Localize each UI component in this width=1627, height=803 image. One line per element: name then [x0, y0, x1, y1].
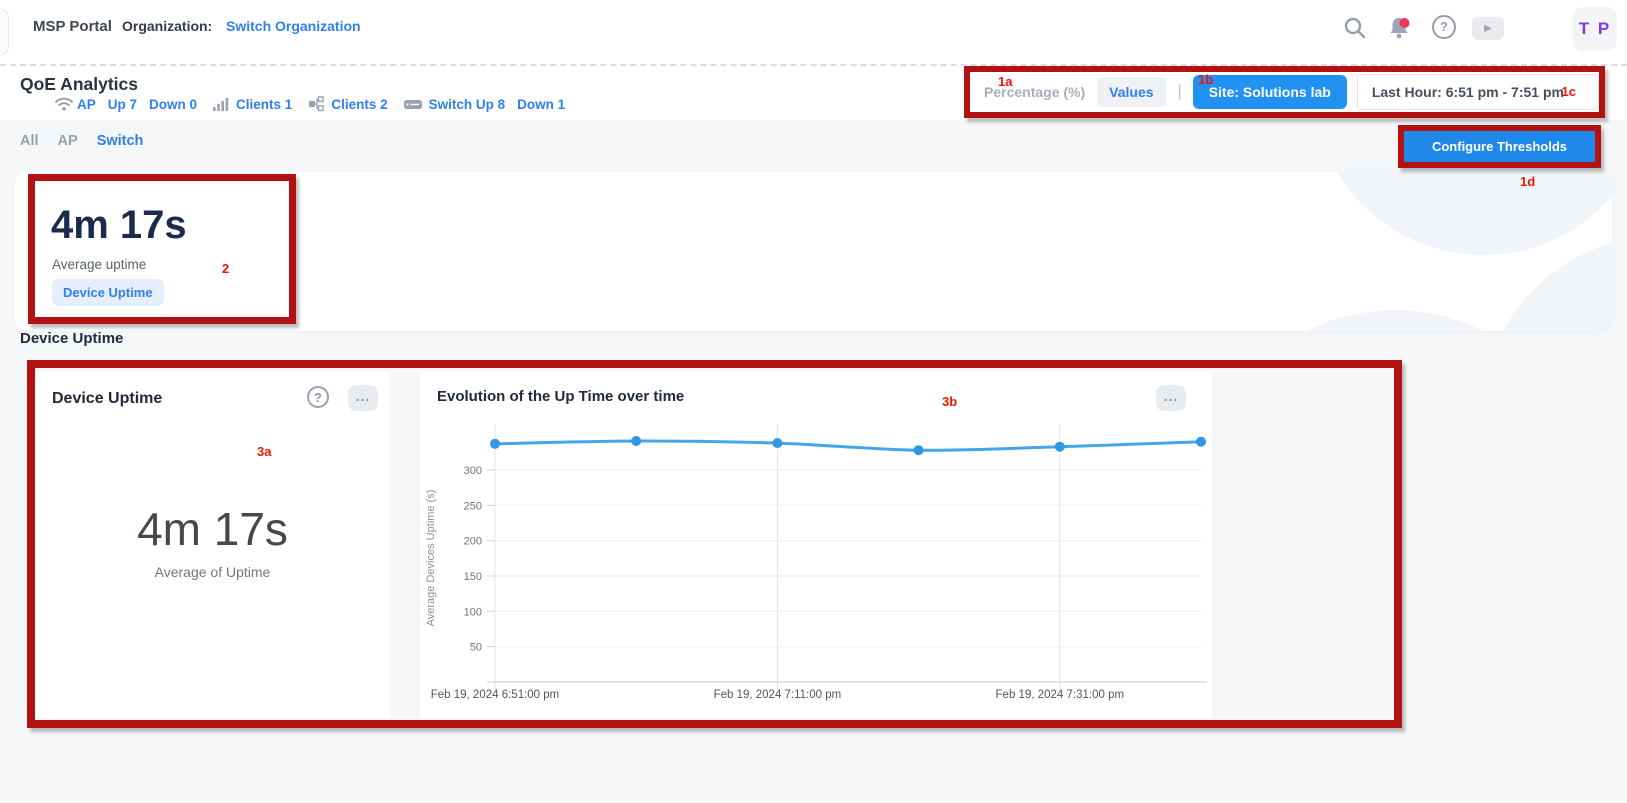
svg-text:100: 100: [464, 606, 482, 618]
svg-text:250: 250: [464, 500, 482, 512]
device-stats-row: AP Up 7 Down 0 Clients 1 Clients 2 Switc…: [55, 96, 565, 112]
svg-text:300: 300: [464, 465, 482, 477]
card-title: Device Uptime: [52, 390, 162, 408]
sidebar-handle[interactable]: [0, 9, 9, 55]
annotation-label-2: 2: [222, 261, 229, 276]
topology-icon: [308, 96, 324, 112]
help-icon[interactable]: ?: [1432, 15, 1456, 39]
tab-ap[interactable]: AP: [58, 133, 78, 149]
switch-icon: [404, 98, 422, 111]
annotation-label-3b: 3b: [942, 394, 957, 409]
svg-text:150: 150: [464, 571, 482, 583]
brand-title: MSP Portal: [33, 18, 112, 35]
annotation-box-2: 4m 17s Average uptime Device Uptime 2: [28, 174, 296, 324]
ap-stat-label: AP: [77, 97, 96, 112]
switch-down-stat: Down 1: [517, 97, 565, 112]
wifi-icon: [55, 97, 73, 111]
ap-up-stat: Up 7: [108, 97, 137, 112]
organization-link[interactable]: Switch Organization: [226, 18, 361, 34]
annotation-label-1b: 1b: [1198, 72, 1213, 87]
annotation-box-1: 1a Percentage (%) Values | Site: Solutio…: [964, 66, 1605, 118]
switch-up-stat: Switch Up 8: [429, 97, 506, 112]
uptime-caption: Average of Uptime: [35, 564, 390, 580]
svg-text:50: 50: [470, 642, 482, 654]
signal-bars-icon: [213, 97, 229, 111]
annotation-box-1d: Configure Thresholds: [1398, 125, 1601, 168]
svg-text:Feb 19, 2024 7:31:00 pm: Feb 19, 2024 7:31:00 pm: [996, 689, 1125, 701]
metric-chip-device-uptime[interactable]: Device Uptime: [52, 279, 164, 306]
notifications-icon[interactable]: [1386, 15, 1412, 41]
uptime-value: 4m 17s: [35, 502, 390, 556]
tab-all[interactable]: All: [20, 133, 39, 149]
device-uptime-card: Device Uptime ? ... 3a 4m 17s Average of…: [35, 372, 390, 718]
device-type-tabs: All AP Switch: [20, 133, 143, 149]
uptime-chart: 50 100 150 200 250 300 Feb 19, 2024 6:51:00 pm…: [420, 372, 1212, 718]
avatar[interactable]: T P: [1573, 7, 1617, 51]
summary-uptime-card: 4m 17s Average uptime Device Uptime 2: [35, 181, 289, 317]
wired-clients-stat: Clients 2: [331, 97, 387, 112]
summary-caption: Average uptime: [52, 257, 146, 272]
svg-text:Feb 19, 2024 6:51:00 pm: Feb 19, 2024 6:51:00 pm: [431, 689, 560, 701]
organization-label: Organization:: [122, 18, 212, 34]
card-help-icon[interactable]: ?: [307, 386, 329, 408]
annotation-label-3a: 3a: [257, 444, 271, 459]
annotation-label-1d: 1d: [1520, 174, 1535, 189]
section-title-device-uptime: Device Uptime: [20, 330, 123, 347]
tab-switch[interactable]: Switch: [97, 133, 144, 149]
decorative-circle: [1313, 172, 1612, 255]
card-more-button[interactable]: ...: [348, 385, 378, 411]
wireless-clients-stat: Clients 1: [236, 97, 292, 112]
time-range-selector[interactable]: Last Hour: 6:51 pm - 7:51 pm 1c: [1357, 74, 1599, 110]
summary-value: 4m 17s: [51, 203, 187, 248]
svg-text:Average Devices Uptime (s): Average Devices Uptime (s): [425, 490, 437, 627]
ap-down-stat: Down 0: [149, 97, 197, 112]
chart-more-button[interactable]: ...: [1156, 385, 1186, 411]
chart-card: 50 100 150 200 250 300 Feb 19, 2024 6:51:00 pm…: [420, 372, 1212, 718]
page-title: QoE Analytics: [20, 74, 138, 95]
toggle-divider: |: [1178, 83, 1182, 101]
site-selector-button[interactable]: Site: Solutions lab: [1193, 75, 1347, 109]
notification-badge: [1400, 18, 1410, 28]
toggle-values[interactable]: Values: [1097, 77, 1165, 107]
annotation-box-3: Device Uptime ? ... 3a 4m 17s Average of…: [27, 360, 1402, 728]
search-icon[interactable]: [1342, 15, 1368, 41]
annotation-label-1c: 1c: [1562, 84, 1576, 99]
chart-title: Evolution of the Up Time over time: [437, 388, 684, 405]
video-tour-icon[interactable]: ▶: [1472, 17, 1504, 40]
svg-text:200: 200: [464, 536, 482, 548]
annotation-label-1a: 1a: [998, 74, 1012, 89]
configure-thresholds-button[interactable]: Configure Thresholds: [1404, 131, 1595, 162]
svg-text:Feb 19, 2024 7:11:00 pm: Feb 19, 2024 7:11:00 pm: [714, 689, 842, 701]
time-range-value: Last Hour: 6:51 pm - 7:51 pm: [1372, 84, 1564, 100]
top-bar: MSP Portal Organization: Switch Organiza…: [0, 0, 1627, 66]
